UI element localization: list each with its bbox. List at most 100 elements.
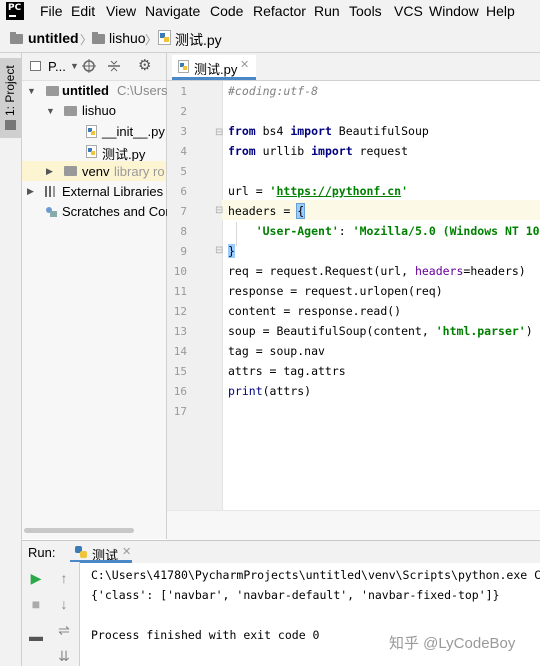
code-line-14: tag = soup.nav: [228, 344, 325, 358]
console-line-4: Process finished with exit code 0: [91, 628, 320, 642]
project-tool-tab-label: 1: Project: [3, 65, 17, 116]
menu-file[interactable]: File: [40, 3, 63, 19]
menu-view[interactable]: View: [106, 3, 136, 19]
line-number: 14: [173, 345, 187, 358]
code-line-1: #coding:utf-8: [228, 84, 319, 98]
fold-marker-icon[interactable]: ⊟: [215, 245, 223, 256]
project-view-selector[interactable]: P...: [48, 59, 66, 74]
code-line-3: from bs4 import BeautifulSoup: [228, 124, 429, 138]
python-file-icon: [86, 125, 97, 138]
tree-item-venv[interactable]: ▶ venv library ro: [22, 161, 166, 181]
line-number: 12: [173, 305, 187, 318]
line-number: 2: [180, 105, 187, 118]
menu-refactor[interactable]: Refactor: [253, 3, 306, 19]
dropdown-arrow-icon[interactable]: ▼: [70, 61, 79, 71]
folder-icon: [92, 32, 105, 44]
url-link[interactable]: https://pythonf.cn: [276, 184, 401, 198]
stop-icon[interactable]: ■: [26, 594, 46, 614]
tree-item-scratches[interactable]: Scratches and Cor: [22, 201, 170, 221]
up-arrow-icon[interactable]: ↑: [54, 568, 74, 588]
menu-bar: PC File Edit View Navigate Code Refactor…: [0, 0, 540, 24]
project-panel-toolbar: P... ▼ ⚙: [22, 53, 166, 81]
folder-icon: [64, 106, 77, 116]
line-number: 1: [180, 85, 187, 98]
code-line-16: print(attrs): [228, 384, 312, 398]
breadcrumb: untitled 〉 lishuo 〉 测试.py: [0, 24, 540, 53]
scrollbar-thumb[interactable]: [24, 528, 134, 533]
python-file-icon: [178, 60, 189, 73]
settings-gear-icon[interactable]: ⚙: [138, 56, 151, 74]
close-tab-icon[interactable]: ✕: [122, 545, 131, 558]
project-panel-hscrollbar[interactable]: [22, 527, 166, 535]
console-line-2: {'class': ['navbar', 'navbar-default', '…: [91, 588, 500, 602]
tree-item-init[interactable]: __init__.py: [22, 121, 166, 141]
code-line-6: url = 'https://pythonf.cn': [228, 184, 409, 198]
locate-target-icon[interactable]: [82, 59, 96, 73]
layout-icon[interactable]: ▬: [26, 626, 46, 646]
soft-wrap-icon[interactable]: ⇌: [54, 620, 74, 640]
fold-marker-icon[interactable]: ⊟: [215, 127, 223, 138]
fold-marker-icon[interactable]: ⊟: [215, 205, 223, 216]
collapse-all-icon[interactable]: [107, 59, 121, 73]
expand-triangle-icon[interactable]: ▼: [27, 86, 36, 96]
menu-edit[interactable]: Edit: [71, 3, 95, 19]
tree-label: untitled: [62, 83, 109, 98]
line-number: 6: [180, 185, 187, 198]
chevron-right-icon: 〉: [80, 33, 93, 47]
menu-help[interactable]: Help: [486, 3, 515, 19]
menu-code[interactable]: Code: [210, 3, 243, 19]
left-tool-strip: [0, 53, 22, 666]
menu-tools[interactable]: Tools: [349, 3, 382, 19]
python-file-icon: [158, 30, 171, 45]
tree-item-test-py[interactable]: 测试.py: [22, 141, 166, 162]
code-line-11: response = request.urlopen(req): [228, 284, 443, 298]
down-arrow-icon[interactable]: ↓: [54, 594, 74, 614]
collapse-triangle-icon[interactable]: ▶: [46, 166, 53, 177]
line-number: 5: [180, 165, 187, 178]
code-line-8: 'User-Agent': 'Mozilla/5.0 (Windows NT 1…: [255, 224, 540, 238]
tree-hint: C:\Users: [117, 83, 168, 98]
line-number: 17: [173, 405, 187, 418]
tree-label: External Libraries: [62, 184, 164, 199]
folder-icon: [64, 166, 77, 176]
tree-item-external-libraries[interactable]: ▶ External Libraries: [22, 181, 166, 201]
editor-footer: [167, 510, 540, 540]
menu-window[interactable]: Window: [429, 3, 479, 19]
menu-vcs[interactable]: VCS: [394, 3, 423, 19]
tree-label: lishuo: [82, 103, 116, 118]
folder-icon: [10, 32, 23, 44]
menu-run[interactable]: Run: [314, 3, 340, 19]
tree-label: venv: [82, 164, 110, 179]
project-view-icon: [30, 61, 41, 71]
breadcrumb-file[interactable]: 测试.py: [175, 30, 222, 50]
tree-item-lishuo[interactable]: ▼ lishuo: [22, 101, 166, 121]
line-number: 8: [180, 225, 187, 238]
console-line-1: C:\Users\41780\PycharmProjects\untitled\…: [91, 568, 540, 582]
menu-navigate[interactable]: Navigate: [145, 3, 200, 19]
editor-tab-test-py[interactable]: 测试.py ✕: [172, 55, 256, 80]
line-number: 4: [180, 145, 187, 158]
breadcrumb-project[interactable]: untitled: [28, 30, 79, 46]
python-file-icon: [86, 145, 97, 158]
breadcrumb-folder[interactable]: lishuo: [109, 30, 146, 46]
expand-triangle-icon[interactable]: ▼: [46, 106, 55, 116]
code-line-4: from urllib import request: [228, 144, 409, 158]
tree-label: Scratches and Cor: [62, 204, 170, 219]
scratches-icon: [46, 207, 57, 217]
project-tool-tab[interactable]: 1: Project: [0, 58, 21, 138]
code-line-12: content = response.read(): [228, 304, 402, 318]
chevron-right-icon: 〉: [145, 33, 158, 47]
collapse-triangle-icon[interactable]: ▶: [27, 186, 34, 197]
line-number: 10: [173, 265, 187, 278]
python-icon: [75, 546, 87, 558]
scroll-to-end-icon[interactable]: ⇊: [54, 646, 74, 666]
tree-hint: library ro: [114, 164, 165, 179]
line-number: 7: [180, 205, 187, 218]
line-number: 15: [173, 365, 187, 378]
close-tab-icon[interactable]: ✕: [240, 58, 249, 71]
folder-icon: [46, 86, 59, 96]
line-number: 16: [173, 385, 187, 398]
tree-item-untitled[interactable]: ▼ untitled C:\Users: [22, 81, 168, 101]
code-line-9: }: [228, 244, 235, 258]
rerun-icon[interactable]: ▶: [26, 568, 46, 588]
